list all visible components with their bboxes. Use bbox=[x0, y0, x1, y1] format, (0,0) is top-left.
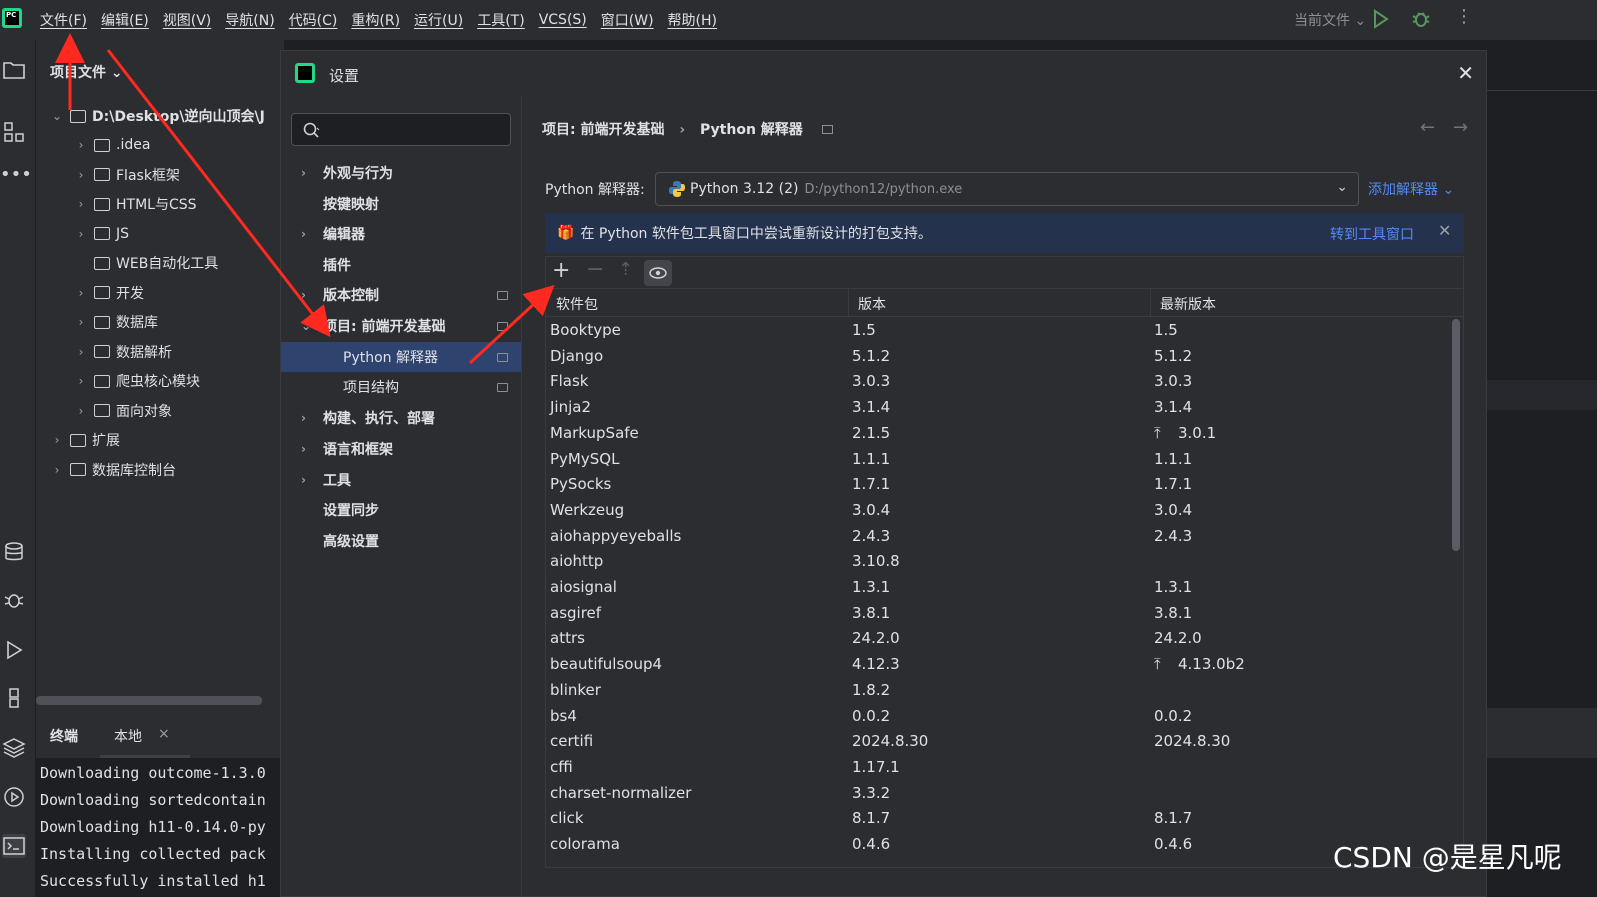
annotation-arrow-to-packages bbox=[468, 284, 555, 365]
annotation-arrow-to-project bbox=[106, 49, 331, 338]
annotation-arrows bbox=[55, 33, 555, 365]
watermark: CSDN @是星凡呢 bbox=[1333, 841, 1562, 874]
